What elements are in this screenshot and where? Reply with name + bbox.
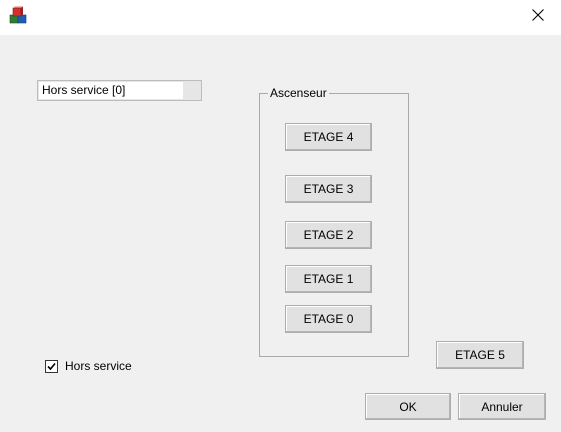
app-blocks-icon bbox=[8, 6, 28, 26]
close-button[interactable] bbox=[515, 0, 561, 33]
checkmark-icon bbox=[47, 360, 56, 374]
cancel-button[interactable]: Annuler bbox=[458, 393, 546, 420]
floor-5-button[interactable]: ETAGE 5 bbox=[436, 341, 524, 369]
floor-1-button[interactable]: ETAGE 1 bbox=[285, 265, 372, 293]
elevator-group-label: Ascenseur bbox=[268, 86, 329, 100]
status-field-text: Hors service [0] bbox=[39, 82, 183, 99]
floor-0-button[interactable]: ETAGE 0 bbox=[285, 305, 372, 333]
out-of-service-label: Hors service bbox=[65, 359, 132, 373]
ok-button[interactable]: OK bbox=[365, 393, 451, 420]
close-icon bbox=[531, 8, 545, 25]
floor-2-button[interactable]: ETAGE 2 bbox=[285, 221, 372, 249]
floor-4-button[interactable]: ETAGE 4 bbox=[285, 123, 372, 151]
status-field[interactable]: Hors service [0] bbox=[37, 80, 202, 101]
out-of-service-checkbox[interactable] bbox=[45, 360, 58, 373]
floor-3-button[interactable]: ETAGE 3 bbox=[285, 175, 372, 203]
title-bar bbox=[0, 0, 561, 35]
